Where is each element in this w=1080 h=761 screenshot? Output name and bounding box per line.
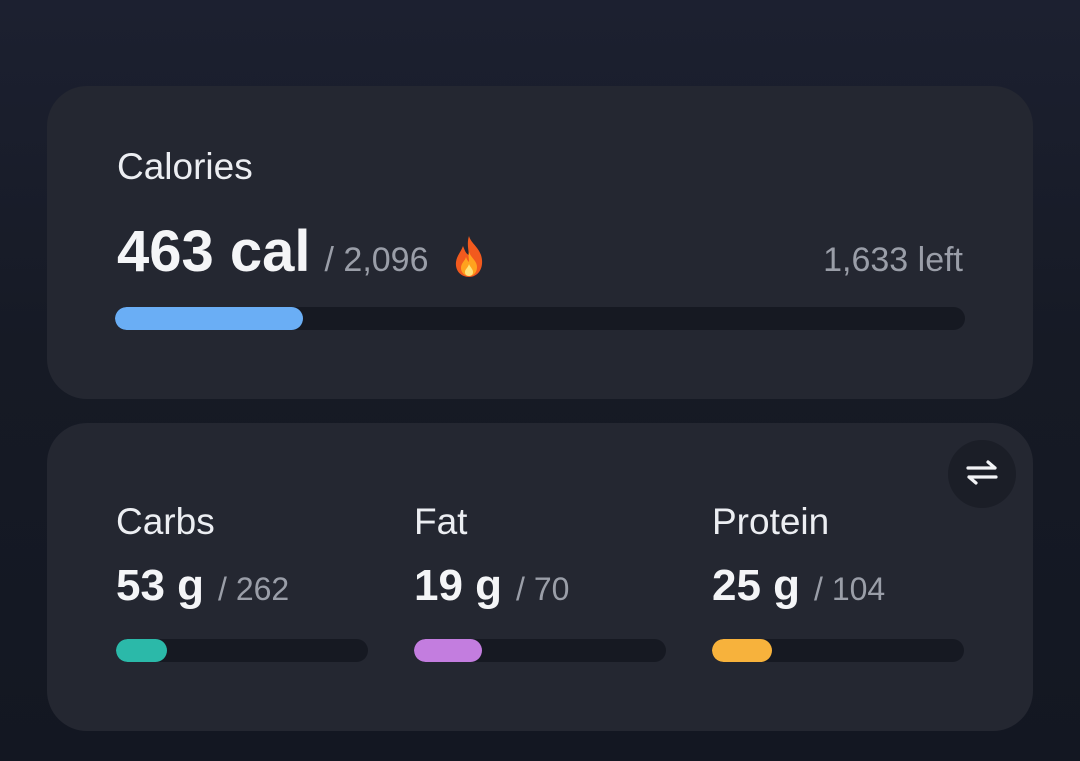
macro-goal: / 104	[814, 571, 886, 607]
macro-name: Fat	[414, 501, 468, 542]
calories-left: 1,633 left	[823, 241, 963, 279]
calories-card[interactable]: Calories 463 cal / 2,096 1,633 left	[47, 86, 1033, 399]
calories-consumed: 463 cal	[117, 219, 311, 284]
macro-goal: / 262	[218, 571, 290, 607]
macro-progress-fill	[414, 639, 483, 662]
calories-goal: / 2,096	[324, 241, 429, 279]
macro-name: Carbs	[116, 501, 215, 542]
macro-progress-bar	[116, 639, 368, 662]
calories-progress-bar	[115, 307, 965, 330]
fire-icon	[451, 234, 487, 278]
macro-progress-bar	[712, 639, 964, 662]
calories-summary: 463 cal / 2,096 1,633 left	[117, 218, 963, 284]
calories-title: Calories	[117, 146, 253, 187]
macro-name: Protein	[712, 501, 830, 542]
macro-carbs: Carbs 53 g / 262	[116, 501, 368, 662]
macros-card[interactable]: Carbs 53 g / 262 Fat 19 g / 70 Protein 2…	[47, 423, 1033, 731]
macro-progress-bar	[414, 639, 666, 662]
macro-values: 25 g / 104	[712, 561, 964, 611]
macro-progress-fill	[712, 639, 773, 662]
macro-value: 25 g	[712, 561, 801, 610]
macro-fat: Fat 19 g / 70	[414, 501, 666, 662]
swap-view-button[interactable]	[948, 440, 1016, 508]
macro-value: 53 g	[116, 561, 205, 610]
macro-values: 19 g / 70	[414, 561, 666, 611]
macro-protein: Protein 25 g / 104	[712, 501, 964, 662]
macro-value: 19 g	[414, 561, 503, 610]
swap-icon	[962, 458, 1002, 491]
macro-progress-fill	[116, 639, 167, 662]
calories-progress-fill	[115, 307, 303, 330]
macro-goal: / 70	[516, 571, 570, 607]
macro-values: 53 g / 262	[116, 561, 368, 611]
